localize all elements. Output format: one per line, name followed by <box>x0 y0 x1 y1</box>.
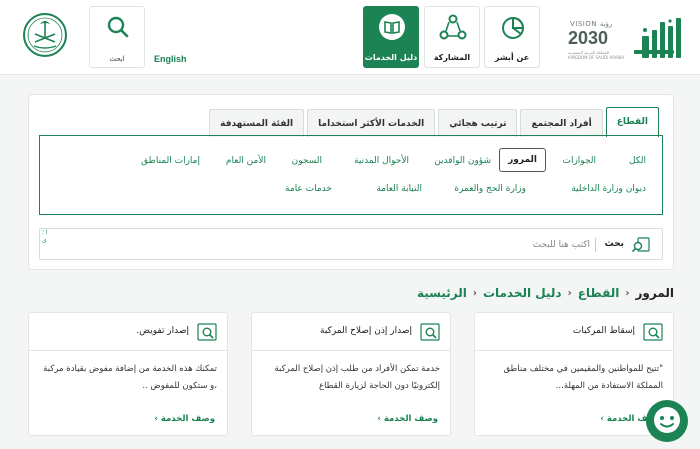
breadcrumb-separator: ‹ <box>567 287 572 299</box>
service-doc-icon <box>643 323 663 341</box>
tab-target-group[interactable]: الفئة المستهدفة <box>209 109 305 137</box>
language-switch[interactable]: English <box>154 54 187 64</box>
search-divider <box>595 238 596 252</box>
services-search-bar: بحث ا ؛ ى <box>39 228 663 260</box>
card-header: إصدار إذن إصلاح المركبة <box>252 313 450 351</box>
chip-general-services[interactable]: خدمات عامة <box>285 184 332 194</box>
header-search-button[interactable]: ابحث <box>89 6 145 68</box>
card-header: إصدار تفويض. <box>29 313 227 351</box>
card-header: إسقاط المركبات <box>475 313 673 351</box>
vision-line2: 2030 <box>568 28 609 48</box>
ministry-emblem-icon[interactable] <box>22 12 68 58</box>
nav-services-guide[interactable]: دليل الخدمات <box>363 6 419 68</box>
sector-chips-panel: الكل الجوازات المرور شؤون الوافدين الأحو… <box>39 135 663 215</box>
breadcrumb-sector[interactable]: القطاع <box>578 286 620 300</box>
tab-most-used[interactable]: الخدمات الأكثر استخداما <box>307 109 436 137</box>
search-icon <box>107 16 129 38</box>
filter-card: القطاع أفراد المجتمع ترتيب هجائي الخدمات… <box>28 94 674 270</box>
top-header: VISION رؤية 2030 المملكة العربية السعودي… <box>0 0 700 75</box>
chip-public-prosecution[interactable]: النيابة العامة <box>376 184 422 194</box>
service-card[interactable]: إصدار إذن إصلاح المركبة خدمة تمكن الأفرا… <box>251 312 451 436</box>
absher-logo-icon[interactable] <box>632 16 684 60</box>
nav-participation[interactable]: المشاركة <box>424 6 480 68</box>
chip-public-security[interactable]: الأمن العام <box>226 156 266 166</box>
search-doc-icon <box>632 237 650 252</box>
card-title: إصدار تفويض. <box>136 326 189 336</box>
chatbot-icon[interactable] <box>644 398 690 444</box>
search-edge-text: ا ؛ ى <box>42 229 48 244</box>
service-doc-icon <box>197 323 217 341</box>
services-search-input[interactable] <box>190 235 590 255</box>
nav-about-absher[interactable]: عن أبشر <box>484 6 540 68</box>
breadcrumb-separator: ‹ <box>625 287 630 299</box>
nav-label: المشاركة <box>433 53 471 62</box>
tab-community-members[interactable]: أفراد المجتمع <box>520 109 603 137</box>
chip-moi-diwan[interactable]: ديوان وزارة الداخلية <box>571 184 646 194</box>
chip-regions[interactable]: إمارات المناطق <box>141 156 200 166</box>
nav-label: عن أبشر <box>494 53 530 62</box>
book-icon <box>379 14 405 40</box>
chip-prisons[interactable]: السجون <box>292 156 322 166</box>
tab-alphabetical[interactable]: ترتيب هجائي <box>438 109 518 137</box>
service-doc-icon <box>420 323 440 341</box>
breadcrumb: الرئيسية ‹ دليل الخدمات ‹ القطاع ‹ المرو… <box>417 286 674 300</box>
chip-traffic[interactable]: المرور <box>499 148 546 172</box>
search-field-label: بحث <box>604 239 624 249</box>
chip-expatriates[interactable]: شؤون الوافدين <box>434 156 491 166</box>
vision-line3: المملكة العربية السعودية KINGDOM OF SAUD… <box>568 50 625 60</box>
chip-all[interactable]: الكل <box>629 156 646 166</box>
breadcrumb-home[interactable]: الرئيسية <box>417 286 467 300</box>
card-description: "تتيح للمواطنين والمقيمين في مختلف مناطق… <box>503 364 663 391</box>
card-description: تمكنك هذه الخدمة من إضافة مفوض بقيادة مر… <box>43 364 217 391</box>
card-title: إسقاط المركبات <box>572 326 635 336</box>
share-nodes-icon <box>439 14 467 40</box>
tab-sector[interactable]: القطاع <box>605 107 659 137</box>
service-card[interactable]: إصدار تفويض. تمكنك هذه الخدمة من إضافة م… <box>28 312 228 436</box>
chart-pie-icon <box>502 16 525 39</box>
card-title: إصدار إذن إصلاح المركبة <box>320 326 412 336</box>
breadcrumb-current: المرور <box>635 286 675 300</box>
chip-passports[interactable]: الجوازات <box>562 156 596 166</box>
breadcrumb-services-guide[interactable]: دليل الخدمات <box>483 286 562 300</box>
card-description-link[interactable]: وصف الخدمة › <box>154 414 215 424</box>
breadcrumb-separator: ‹ <box>472 287 477 299</box>
chip-civil-affairs[interactable]: الأحوال المدنية <box>354 156 409 166</box>
vision-line1: VISION رؤية <box>570 20 613 28</box>
chip-hajj-umrah[interactable]: وزارة الحج والعمرة <box>454 184 526 194</box>
card-description-link[interactable]: وصف الخدمة › <box>377 414 438 424</box>
brand-logos: VISION رؤية 2030 المملكة العربية السعودي… <box>566 14 684 60</box>
vision-2030-logo: VISION رؤية 2030 المملكة العربية السعودي… <box>566 14 628 60</box>
card-description: خدمة تمكن الأفراد من طلب إذن إصلاح المرك… <box>274 364 441 391</box>
search-label: ابحث <box>109 55 125 63</box>
nav-label: دليل الخدمات <box>364 53 418 62</box>
filter-tabs: القطاع أفراد المجتمع ترتيب هجائي الخدمات… <box>209 107 659 137</box>
